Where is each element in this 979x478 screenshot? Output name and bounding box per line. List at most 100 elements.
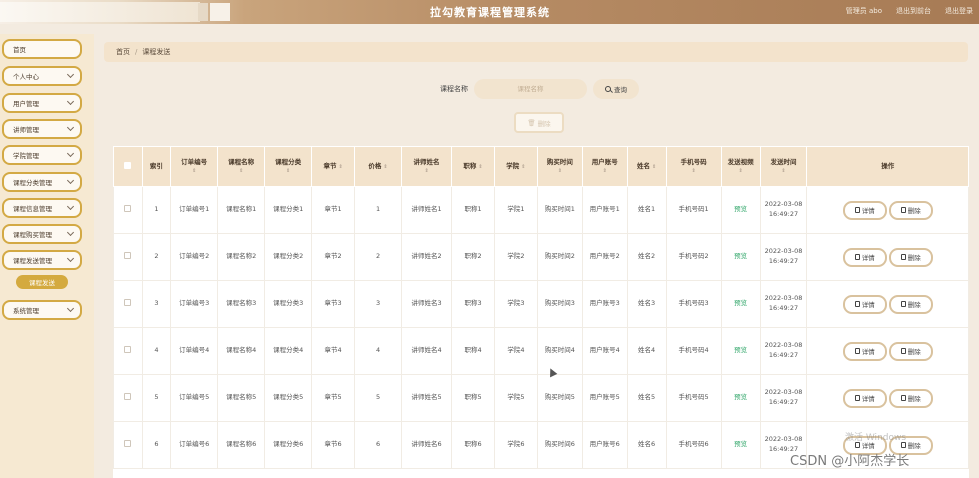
delete-button[interactable]: 删除 [888, 341, 933, 361]
table-cell-order-no: 订单编号3 [170, 280, 219, 328]
chevron-down-icon [66, 304, 75, 313]
delete-button[interactable]: 删除 [888, 294, 933, 314]
sort-icon[interactable]: ⇕ [538, 168, 582, 174]
row-checkbox[interactable] [124, 392, 132, 400]
sort-icon[interactable]: ⇕ [761, 168, 807, 174]
column-header[interactable]: 手机号码 ⇕ [665, 146, 722, 187]
table-cell-teacher: 讲师姓名2 [401, 233, 453, 281]
table-cell-category: 课程分类6 [264, 421, 313, 469]
column-header[interactable]: 讲师姓名 ⇕ [401, 146, 453, 187]
video-preview-link[interactable]: 预览 [720, 374, 761, 422]
row-checkbox[interactable] [124, 251, 132, 259]
table-cell-phone: 手机号码4 [665, 327, 722, 375]
table-cell-title: 职称1 [451, 186, 495, 234]
table-cell-price: 4 [354, 327, 403, 375]
table-cell-chapter: 章节3 [311, 280, 356, 328]
detail-button[interactable]: 详情 [842, 200, 887, 220]
column-header-label: 讲师姓名 [413, 158, 440, 167]
column-header[interactable]: 发送时间 ⇕ [759, 146, 808, 187]
sort-icon[interactable]: ⇕ [722, 168, 760, 174]
sort-icon[interactable]: ⇕ [171, 168, 217, 174]
breadcrumb-home[interactable]: 首页 [116, 47, 130, 57]
detail-button[interactable]: 详情 [842, 388, 887, 408]
sort-icon[interactable]: ⇕ [218, 168, 264, 174]
column-header[interactable]: 学院 ⇕ [493, 146, 538, 187]
column-header-label: 索引 [149, 162, 163, 171]
delete-button[interactable]: 删除 [888, 247, 933, 267]
sort-icon[interactable]: ⇕ [265, 168, 311, 174]
sort-icon[interactable]: ⇕ [652, 164, 656, 170]
table-cell-college: 学院3 [493, 280, 538, 328]
table-cell-name: 姓名4 [626, 327, 667, 375]
table-cell-price: 6 [354, 421, 403, 469]
table-cell-name: 姓名3 [626, 280, 667, 328]
detail-button[interactable]: 详情 [842, 247, 887, 267]
document-icon [854, 395, 860, 401]
sidebar-item[interactable]: 课程发送管理 [2, 250, 82, 270]
course-name-search-input[interactable] [474, 79, 587, 99]
sidebar-item[interactable]: 讲师管理 [2, 119, 82, 139]
search-button[interactable]: 查询 [593, 79, 639, 99]
column-header[interactable]: 课程名称 ⇕ [217, 146, 266, 187]
sidebar-item-label: 用户管理 [13, 100, 39, 108]
sidebar-item[interactable]: 系统管理 [2, 300, 82, 320]
sort-icon[interactable]: ⇕ [583, 168, 627, 174]
table-cell-category: 课程分类3 [264, 280, 313, 328]
sort-icon[interactable]: ⇕ [338, 164, 342, 170]
video-preview-link[interactable]: 预览 [720, 421, 761, 469]
table-cell-account: 用户账号2 [581, 233, 628, 281]
exit-to-frontend-link[interactable]: 退出到前台 [896, 6, 931, 16]
video-preview-link[interactable]: 预览 [720, 233, 761, 281]
row-checkbox[interactable] [124, 204, 132, 212]
sidebar-item[interactable]: 课程信息管理 [2, 198, 82, 218]
detail-button[interactable]: 详情 [842, 341, 887, 361]
table-cell-teacher: 讲师姓名4 [401, 327, 453, 375]
row-actions: 详情 删除 [806, 374, 969, 422]
batch-delete-button[interactable]: 🗑 删除 [514, 112, 564, 133]
video-preview-link[interactable]: 预览 [720, 280, 761, 328]
csdn-watermark: CSDN @小阿杰学长 [790, 454, 910, 469]
sort-icon[interactable]: ⇕ [478, 164, 482, 170]
column-header[interactable]: 购买时间 ⇕ [536, 146, 583, 187]
column-header[interactable]: 姓名 ⇕ [626, 146, 667, 187]
sidebar-subitem-course-send[interactable]: 课程发送 [16, 275, 68, 289]
row-actions: 详情 删除 [806, 327, 969, 375]
column-header[interactable]: 章节 ⇕ [311, 146, 356, 187]
row-actions: 详情 删除 [806, 186, 969, 234]
delete-button-label: 删除 [907, 395, 921, 403]
sidebar-item[interactable]: 首页 [2, 39, 82, 59]
row-checkbox[interactable] [124, 298, 132, 306]
row-checkbox[interactable] [124, 439, 132, 447]
column-header-label: 手机号码 [680, 158, 707, 167]
sort-icon[interactable]: ⇕ [402, 168, 451, 174]
column-header[interactable]: 用户账号 ⇕ [581, 146, 628, 187]
sidebar-item[interactable]: 课程分类管理 [2, 172, 82, 192]
sidebar-item[interactable]: 课程购买管理 [2, 224, 82, 244]
table-cell-send-time: 2022-03-08 16:49:27 [759, 233, 808, 281]
video-preview-link[interactable]: 预览 [720, 186, 761, 234]
chevron-down-icon [66, 228, 75, 237]
row-checkbox[interactable] [124, 345, 132, 353]
logout-link[interactable]: 退出登录 [945, 6, 973, 16]
column-header-label: 操作 [881, 162, 895, 171]
column-header: 索引 [141, 146, 172, 187]
column-header[interactable]: 课程分类 ⇕ [264, 146, 313, 187]
sidebar-item[interactable]: 用户管理 [2, 93, 82, 113]
sidebar-item[interactable]: 个人中心 [2, 66, 82, 86]
column-header[interactable]: 职称 ⇕ [451, 146, 495, 187]
delete-button[interactable]: 删除 [888, 388, 933, 408]
detail-button[interactable]: 详情 [842, 294, 887, 314]
column-header[interactable]: 订单编号 ⇕ [170, 146, 219, 187]
delete-button[interactable]: 删除 [888, 200, 933, 220]
table-cell-index: 6 [141, 421, 172, 469]
table-cell-name: 姓名5 [626, 374, 667, 422]
column-header[interactable]: 发送视频 ⇕ [720, 146, 761, 187]
select-all-checkbox[interactable] [124, 161, 132, 169]
column-header[interactable]: 价格 ⇕ [354, 146, 403, 187]
video-preview-link[interactable]: 预览 [720, 327, 761, 375]
sort-icon[interactable]: ⇕ [667, 168, 721, 174]
trash-icon [900, 254, 906, 260]
sort-icon[interactable]: ⇕ [383, 164, 387, 170]
sort-icon[interactable]: ⇕ [521, 164, 525, 170]
sidebar-item[interactable]: 学院管理 [2, 145, 82, 165]
